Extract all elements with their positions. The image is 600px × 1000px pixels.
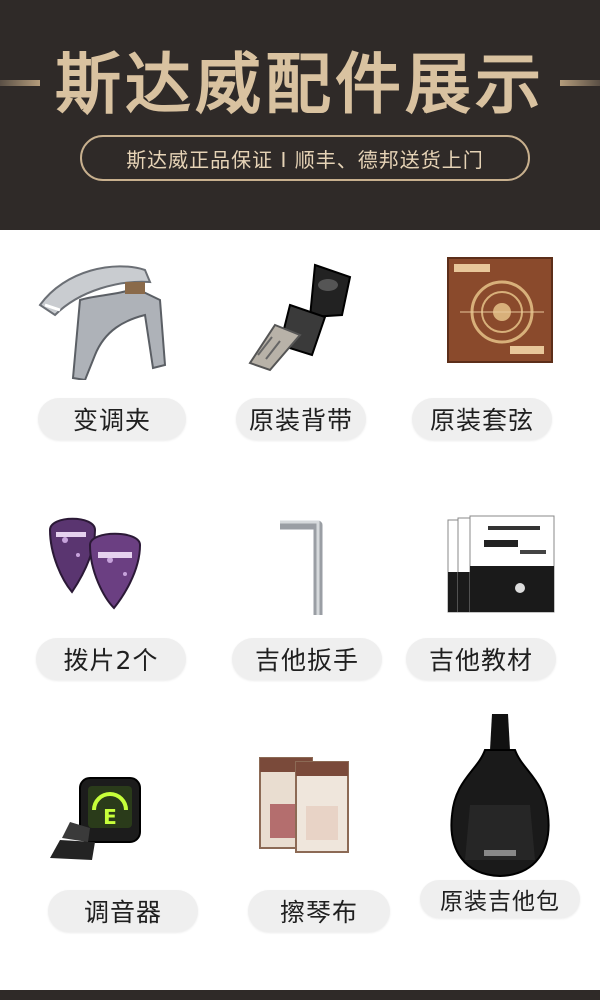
page-title: 斯达威配件展示 (55, 46, 545, 123)
item-label: 擦琴布 (279, 898, 358, 927)
item-label-pill: 原装背带 (236, 398, 366, 440)
item-label-pill: 吉他教材 (406, 638, 556, 680)
item-label: 原装吉他包 (440, 889, 560, 915)
guitar-books-image (400, 480, 600, 640)
accessory-item-capo[interactable]: 变调夹 (0, 230, 200, 470)
item-label-pill: 拨片2个 (36, 638, 186, 680)
strings-pack-image (400, 230, 600, 390)
accessory-item-picks[interactable]: 拨片2个 (0, 480, 200, 720)
item-label: 调音器 (83, 898, 162, 927)
bottom-bar (0, 990, 600, 1000)
gig-bag-image (400, 714, 600, 880)
subtitle-text: 斯达威正品保证 I 顺丰、德邦送货上门 (126, 147, 484, 172)
accessory-item-books[interactable]: 吉他教材 (400, 480, 600, 720)
item-label: 吉他扳手 (254, 646, 359, 675)
accessory-item-tuner[interactable]: E 调音器 (0, 720, 200, 960)
item-label-pill: 调音器 (48, 890, 198, 932)
item-label-pill: 擦琴布 (248, 890, 390, 932)
strap-image (200, 230, 400, 390)
capo-image (0, 230, 200, 390)
subtitle-pill: 斯达威正品保证 I 顺丰、德邦送货上门 (80, 135, 530, 181)
accessory-item-strings[interactable]: 原装套弦 (400, 230, 600, 470)
accessory-item-bag[interactable]: 原装吉他包 (400, 714, 600, 960)
item-label: 拨片2个 (63, 646, 159, 675)
allen-wrench-image (200, 480, 400, 640)
item-label-pill: 吉他扳手 (232, 638, 382, 680)
header-banner: 斯达威配件展示 斯达威正品保证 I 顺丰、德邦送货上门 (0, 0, 600, 230)
svg-text:E: E (103, 805, 117, 829)
item-label-pill: 原装套弦 (412, 398, 552, 440)
picks-image (0, 480, 200, 640)
item-label: 原装背带 (248, 406, 353, 435)
accessory-grid: 变调夹 原装背带 原装套弦 拨片2个 吉他扳手 吉他教材 E 调音器 擦琴布 原… (0, 230, 600, 990)
item-label: 变调夹 (72, 406, 151, 435)
item-label-pill: 变调夹 (38, 398, 186, 440)
item-label: 吉他教材 (428, 646, 533, 675)
clip-tuner-image: E (0, 720, 200, 880)
item-label: 原装套弦 (429, 406, 534, 435)
accessory-item-wrench[interactable]: 吉他扳手 (200, 480, 400, 720)
accessory-item-strap[interactable]: 原装背带 (200, 230, 400, 470)
polishing-cloth-image (200, 720, 400, 880)
accessory-item-cloth[interactable]: 擦琴布 (200, 720, 400, 960)
item-label-pill: 原装吉他包 (420, 880, 580, 918)
